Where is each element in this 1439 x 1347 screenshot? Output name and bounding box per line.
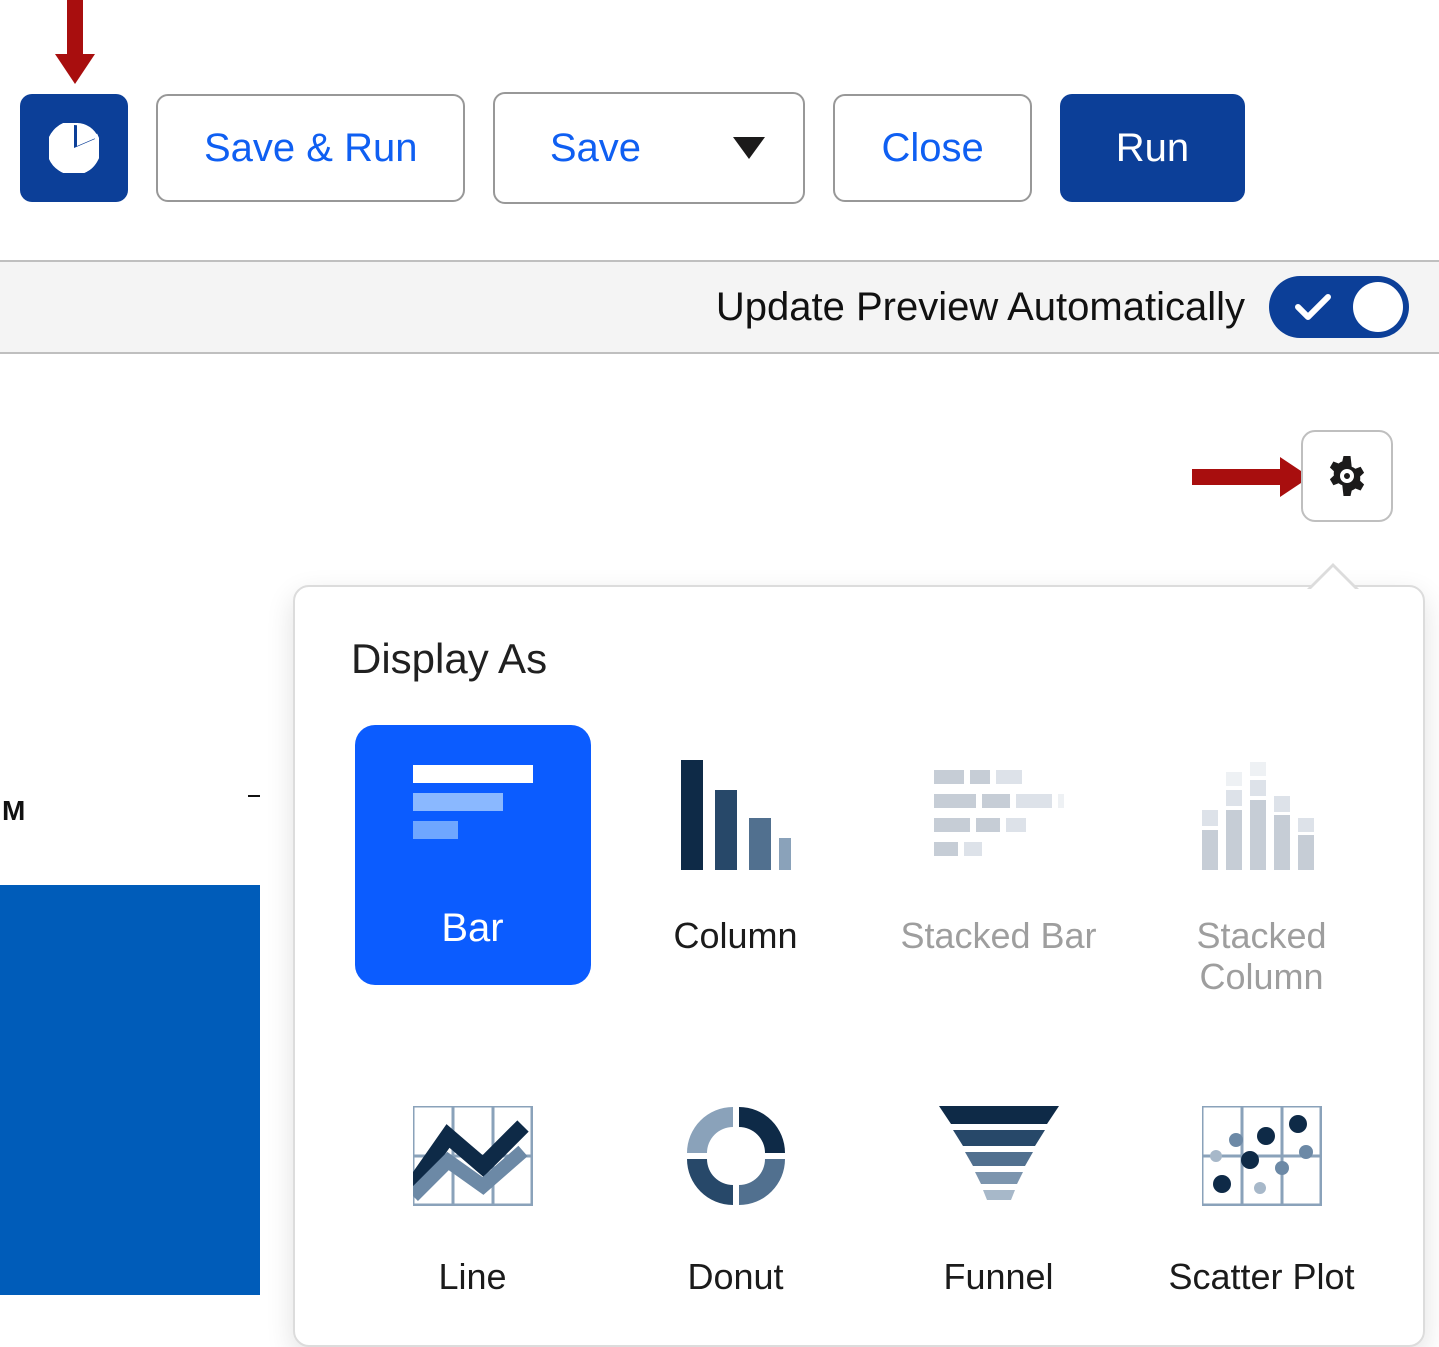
chart-option-label: Scatter Plot (1168, 1256, 1354, 1297)
save-menu-button[interactable] (695, 94, 803, 202)
popover-title: Display As (351, 635, 1383, 683)
auto-update-toggle[interactable] (1269, 276, 1409, 338)
caret-down-icon (733, 137, 765, 159)
chart-option-stacked-column[interactable]: Stacked Column (1140, 717, 1383, 998)
scatter-icon (1157, 1066, 1367, 1246)
chart-option-label: Column (673, 915, 797, 956)
save-button[interactable]: Save (495, 94, 695, 202)
toolbar: Save & Run Save Close Run (20, 92, 1245, 204)
run-button[interactable]: Run (1060, 94, 1245, 202)
chart-option-donut[interactable]: Donut (614, 1058, 857, 1297)
pie-icon (49, 123, 99, 173)
axis-tick-mark (248, 795, 260, 797)
toggle-knob (1353, 282, 1403, 332)
gear-icon (1323, 452, 1371, 500)
annotation-arrow-pie-button (67, 0, 83, 56)
chart-option-funnel[interactable]: Funnel (877, 1058, 1120, 1297)
auto-update-bar: Update Preview Automatically (0, 260, 1439, 354)
chart-option-label: Bar (441, 905, 503, 951)
axis-tick: M (0, 800, 260, 816)
chart-preview-bar (0, 885, 260, 1295)
chart-option-label: Funnel (943, 1256, 1053, 1297)
chart-option-column[interactable]: Column (614, 717, 857, 998)
chart-option-line[interactable]: Line (351, 1058, 594, 1297)
donut-icon (631, 1066, 841, 1246)
column-icon (631, 725, 841, 905)
display-as-popover: Display As Bar (293, 585, 1425, 1347)
annotation-arrow-gear-button (1192, 469, 1282, 485)
check-icon (1295, 293, 1331, 321)
chart-option-bar[interactable]: Bar (351, 717, 594, 998)
chart-option-label: Line (438, 1256, 506, 1297)
axis-tick-label: M (2, 795, 25, 827)
save-and-run-label: Save & Run (204, 126, 417, 171)
chart-option-label: Donut (687, 1256, 783, 1297)
stacked-column-icon (1157, 725, 1367, 905)
save-split-button: Save (493, 92, 805, 204)
chart-settings-button[interactable] (1301, 430, 1393, 522)
save-and-run-button[interactable]: Save & Run (156, 94, 465, 202)
chart-option-scatter-plot[interactable]: Scatter Plot (1140, 1058, 1383, 1297)
funnel-icon (894, 1066, 1104, 1246)
close-button[interactable]: Close (833, 94, 1031, 202)
close-label: Close (881, 126, 983, 171)
line-icon (368, 1066, 578, 1246)
chart-preview-button[interactable] (20, 94, 128, 202)
chart-option-label: Stacked Column (1140, 915, 1383, 998)
save-label: Save (550, 126, 641, 171)
stacked-bar-icon (894, 725, 1104, 905)
auto-update-label: Update Preview Automatically (716, 285, 1245, 330)
chart-option-stacked-bar[interactable]: Stacked Bar (877, 717, 1120, 998)
run-label: Run (1116, 126, 1189, 171)
bar-icon: Bar (355, 725, 591, 985)
chart-type-grid: Bar Column (351, 717, 1383, 1297)
chart-option-label: Stacked Bar (900, 915, 1096, 956)
